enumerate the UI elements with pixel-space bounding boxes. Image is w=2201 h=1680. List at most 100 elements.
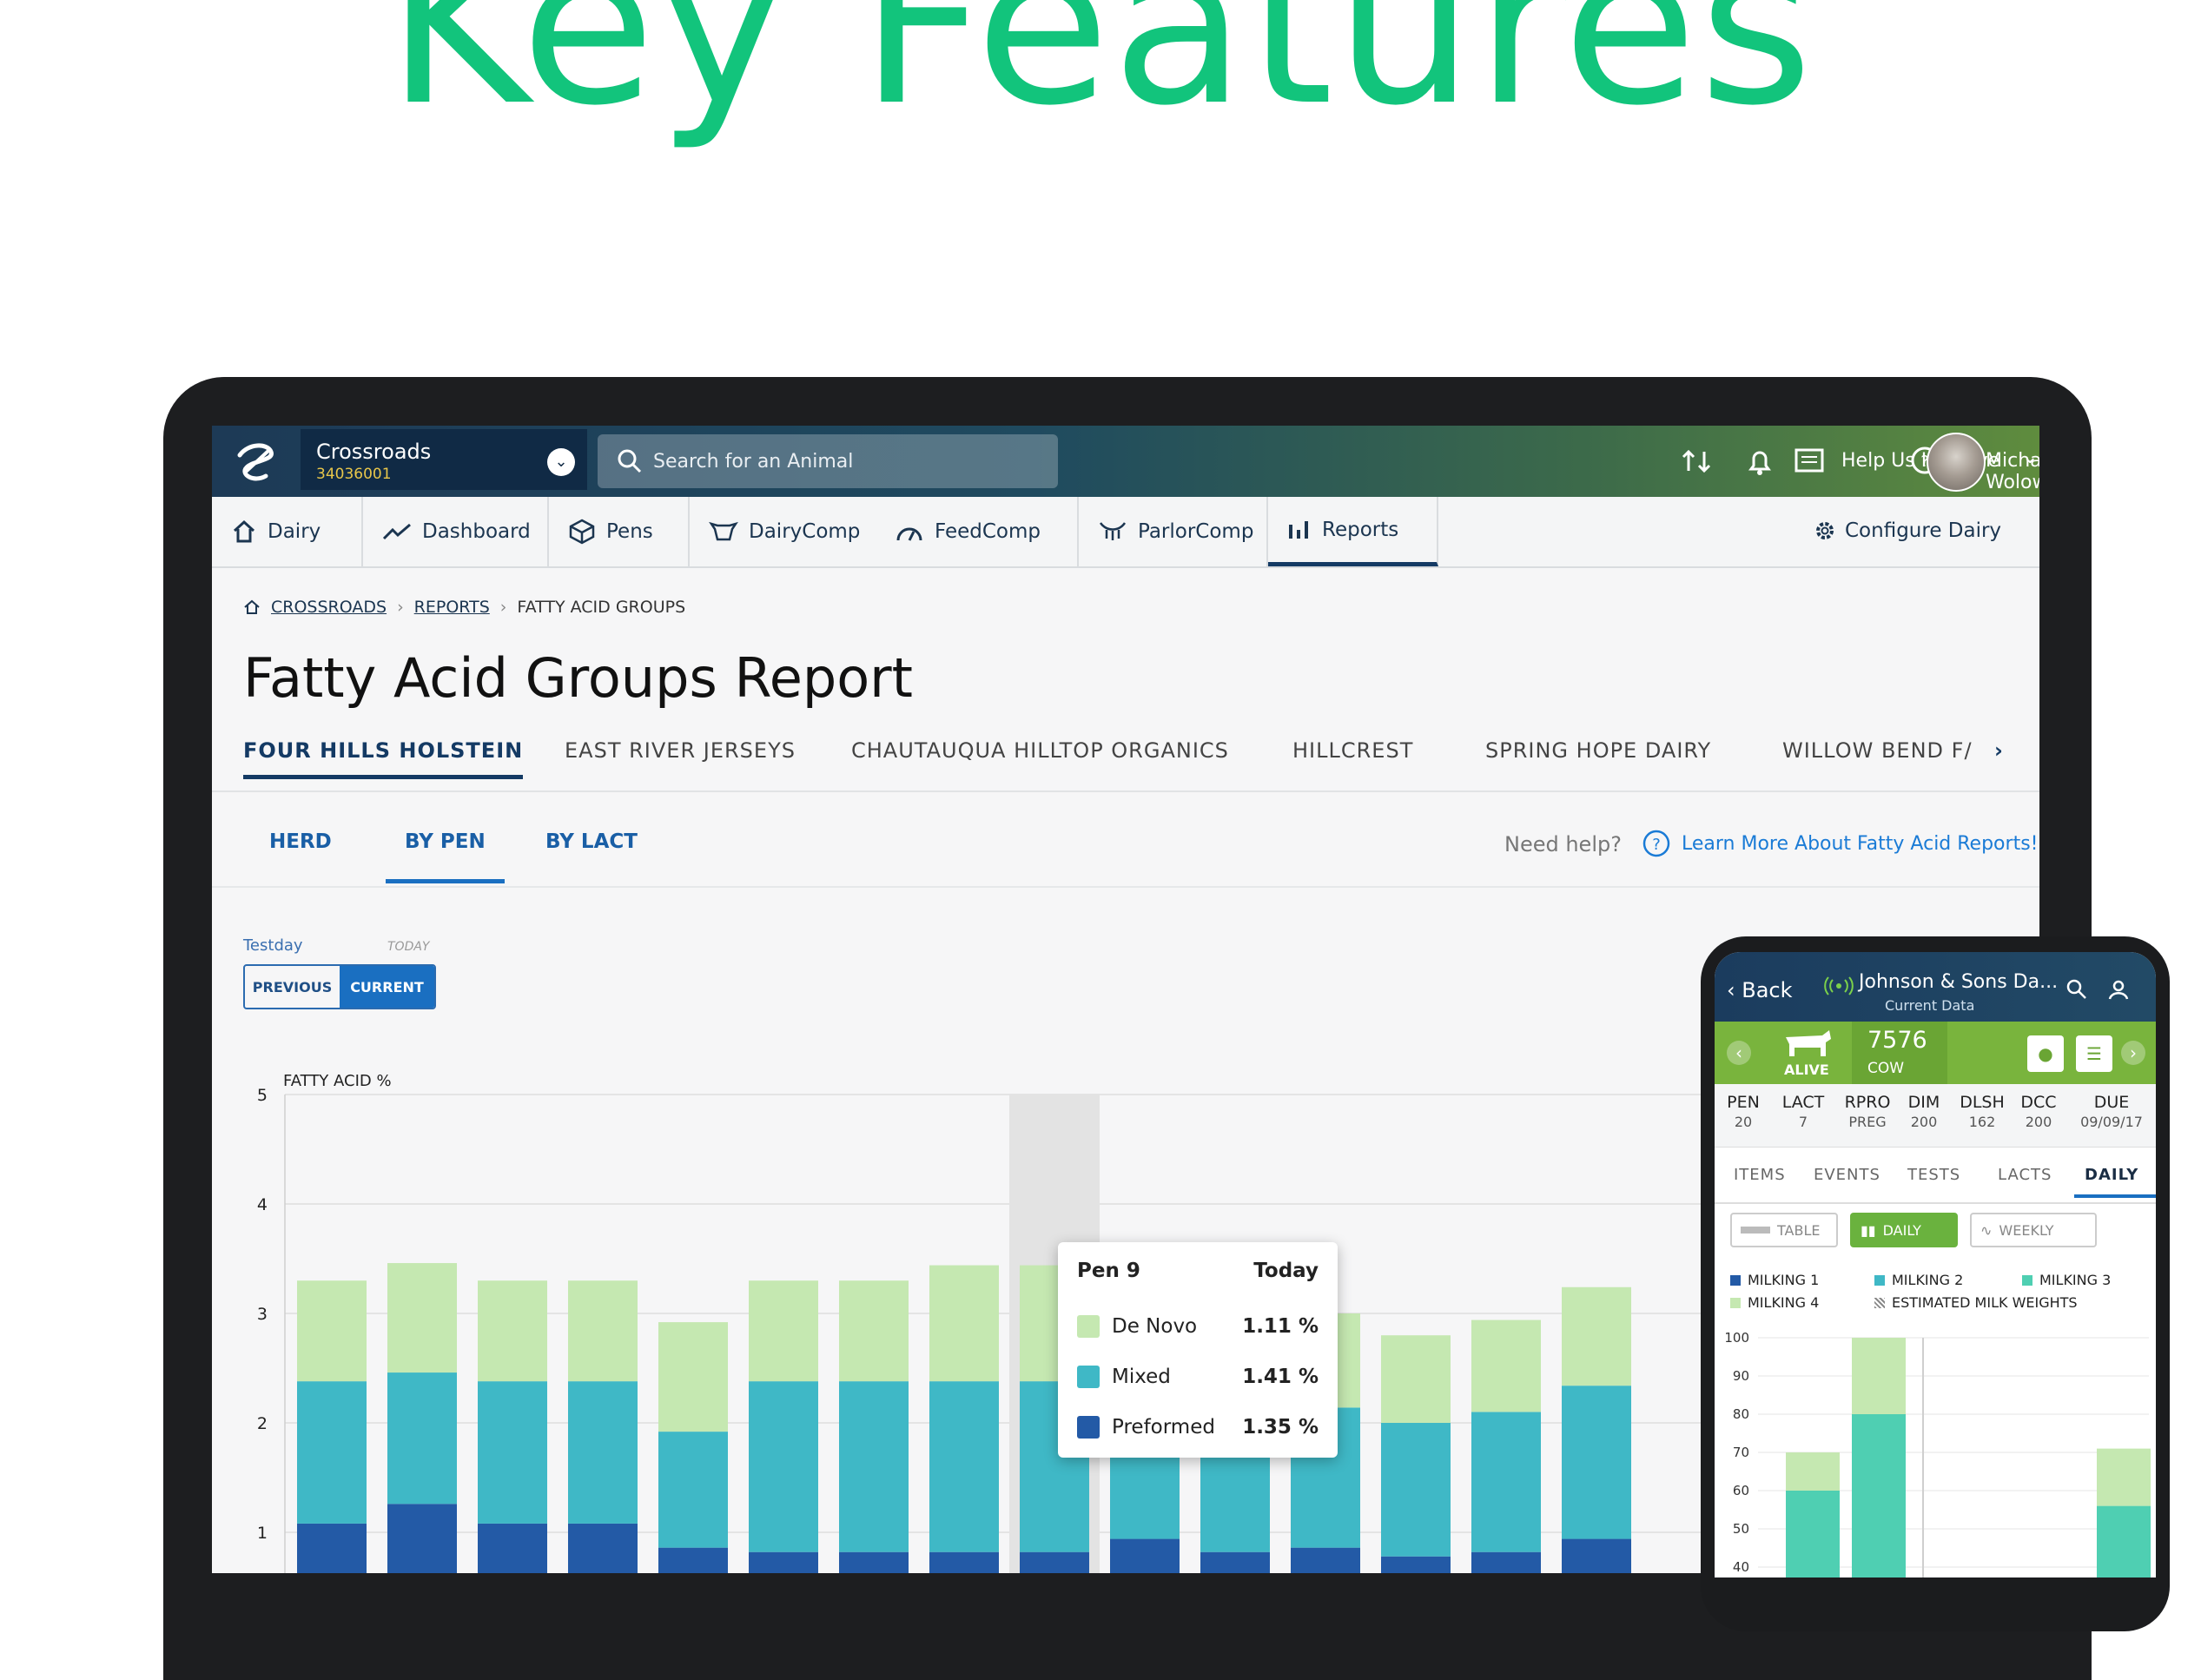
- legend-swatch: [1077, 1416, 1100, 1439]
- current-data-label: Current Data: [1885, 997, 1975, 1014]
- bar-segment-milking-4: [1786, 1452, 1840, 1491]
- testday-toggle: PREVIOUS CURRENT: [243, 964, 436, 1009]
- back-label: Back: [1742, 978, 1793, 1002]
- learn-more-link[interactable]: ? Learn More About Fatty Acid Reports!: [1642, 829, 2038, 858]
- sync-arrows-icon[interactable]: [1680, 445, 1715, 480]
- bar-segment-milking-4: [1852, 1338, 1906, 1414]
- learn-more-label: Learn More About Fatty Acid Reports!: [1682, 832, 2039, 855]
- dairy-selector[interactable]: Crossroads 34036001 ⌄: [301, 429, 587, 490]
- previous-button[interactable]: PREVIOUS: [245, 966, 340, 1008]
- tab-chautauqua-hilltop-organics[interactable]: CHAUTAUQUA HILLTOP ORGANICS: [851, 738, 1229, 763]
- stat-key: LACT: [1781, 1093, 1825, 1112]
- breadcrumb-reports[interactable]: REPORTS: [414, 598, 490, 617]
- legend-swatch: [1077, 1315, 1100, 1338]
- nav-item-feedcomp[interactable]: FeedComp: [876, 497, 1079, 566]
- chevron-right-icon[interactable]: ›: [1994, 738, 2004, 763]
- chevron-down-icon[interactable]: ⌄: [547, 448, 575, 476]
- chevron-left-icon[interactable]: ‹: [1727, 1041, 1751, 1065]
- stat-value: 200: [2025, 1114, 2052, 1130]
- nav-item-label: FeedComp: [935, 520, 1041, 543]
- tab-east-river-jerseys[interactable]: EAST RIVER JERSEYS: [565, 738, 796, 763]
- bar-segment-de-novo: [1381, 1335, 1451, 1423]
- feed-icon[interactable]: ☰: [2076, 1035, 2112, 1072]
- chevron-down-icon[interactable]: ⌄: [2022, 446, 2038, 468]
- stat-lact: LACT 7: [1777, 1093, 1829, 1130]
- table-button[interactable]: TABLE: [1730, 1213, 1838, 1247]
- back-button[interactable]: ‹ Back: [1727, 978, 1793, 1002]
- bar-segment-mixed: [839, 1381, 909, 1552]
- nav-item-dairy[interactable]: Dairy: [212, 497, 363, 566]
- tooltip-title: Pen 9: [1077, 1260, 1140, 1282]
- stat-value: 7: [1798, 1114, 1808, 1130]
- y-axis-label: FATTY ACID %: [283, 1072, 392, 1090]
- chevron-right-icon[interactable]: ›: [2121, 1041, 2145, 1065]
- tab-events[interactable]: EVENTS: [1814, 1166, 1880, 1184]
- main-nav: Dairy Dashboard Pens DairyComp FeedComp …: [212, 497, 2039, 568]
- tooltip-label: Mixed: [1112, 1366, 1171, 1388]
- tab-daily[interactable]: DAILY: [2074, 1166, 2156, 1198]
- tooltip-label: De Novo: [1112, 1315, 1198, 1338]
- nav-item-dashboard[interactable]: Dashboard: [363, 497, 549, 566]
- search-box[interactable]: [598, 434, 1058, 488]
- legend-label: MILKING 3: [2039, 1272, 2112, 1288]
- home-icon: [233, 519, 255, 543]
- y-tick-label: 100: [1724, 1330, 1749, 1346]
- y-tick-label: 90: [1733, 1368, 1749, 1384]
- bell-icon[interactable]: [1742, 445, 1777, 480]
- milk-weights-chart: 40 50 60 70 80 90 100: [1724, 1330, 2151, 1577]
- weekly-button[interactable]: ∿ WEEKLY: [1970, 1213, 2097, 1247]
- tab-tests[interactable]: TESTS: [1907, 1166, 1960, 1184]
- breadcrumb-crossroads[interactable]: CROSSROADS: [271, 598, 387, 617]
- drop-icon[interactable]: ●: [2027, 1035, 2064, 1072]
- bar-segment-de-novo: [297, 1280, 367, 1382]
- signal-icon: [1824, 976, 1854, 995]
- bar-segment-de-novo: [749, 1280, 818, 1382]
- bar-segment-milking-3: [2097, 1505, 2151, 1577]
- animal-type: COW: [1867, 1060, 1905, 1077]
- y-tick-label: 3: [257, 1305, 268, 1324]
- nav-item-pens[interactable]: Pens: [549, 497, 690, 566]
- tab-by-pen[interactable]: BY PEN: [386, 830, 505, 883]
- tab-four-hills-holstein[interactable]: FOUR HILLS HOLSTEIN: [243, 738, 524, 779]
- current-button[interactable]: CURRENT: [340, 966, 434, 1008]
- legend-swatch: [1730, 1274, 1741, 1286]
- nav-item-parlorcomp[interactable]: ParlorComp: [1079, 497, 1268, 566]
- tab-hillcrest[interactable]: HILLCREST: [1292, 738, 1413, 763]
- tooltip-period: Today: [1253, 1260, 1319, 1282]
- y-tick-label: 2: [257, 1414, 268, 1433]
- nav-item-reports[interactable]: Reports: [1268, 497, 1438, 566]
- chevron-right-icon: ›: [397, 598, 404, 617]
- user-icon[interactable]: [2107, 978, 2130, 1001]
- configure-label: Configure Dairy: [1845, 519, 2002, 542]
- bar-segment-de-novo: [929, 1265, 999, 1382]
- bar-segment-mixed: [387, 1372, 457, 1505]
- bar-segment-milking-3: [1852, 1414, 1906, 1577]
- tab-herd[interactable]: HERD: [269, 830, 332, 853]
- daily-button[interactable]: ▮▮ DAILY: [1850, 1213, 1958, 1247]
- configure-dairy-button[interactable]: Configure Dairy: [1814, 519, 2001, 542]
- tab-willow-bend[interactable]: WILLOW BEND F/: [1782, 738, 1987, 763]
- breadcrumb: CROSSROADS › REPORTS › FATTY ACID GROUPS: [243, 598, 685, 617]
- bar-segment-preformed: [658, 1547, 728, 1573]
- bar-segment-milking-3: [1786, 1491, 1840, 1577]
- nav-item-dairycomp[interactable]: DairyComp: [690, 497, 876, 566]
- gear-icon: [1816, 522, 1834, 539]
- phone-dairy-name: Johnson & Sons Da...: [1859, 971, 2059, 993]
- stat-key: DLSH: [1960, 1093, 2005, 1112]
- tab-lacts[interactable]: LACTS: [1998, 1166, 2052, 1184]
- button-label: TABLE: [1777, 1221, 1821, 1239]
- search-input[interactable]: [651, 445, 1037, 478]
- phone-tabs: ITEMS EVENTS TESTS LACTS DAILY: [1715, 1150, 2156, 1204]
- stat-key: DUE: [2093, 1093, 2130, 1112]
- avatar[interactable]: [1927, 433, 1986, 492]
- chart-tooltip: Pen 9 Today De Novo 1.11 % Mixed 1.41 % …: [1058, 1242, 1338, 1458]
- stat-key: DIM: [1907, 1093, 1940, 1112]
- stat-dim: DIM 200: [1900, 1093, 1947, 1130]
- tab-items[interactable]: ITEMS: [1734, 1166, 1786, 1184]
- tab-by-lact[interactable]: BY LACT: [545, 830, 638, 853]
- tab-spring-hope-dairy[interactable]: SPRING HOPE DAIRY: [1485, 738, 1711, 763]
- search-icon[interactable]: [2066, 978, 2088, 1001]
- bar-segment-preformed: [1020, 1551, 1089, 1573]
- trend-icon: [382, 523, 411, 540]
- feedback-icon[interactable]: [1793, 445, 1828, 480]
